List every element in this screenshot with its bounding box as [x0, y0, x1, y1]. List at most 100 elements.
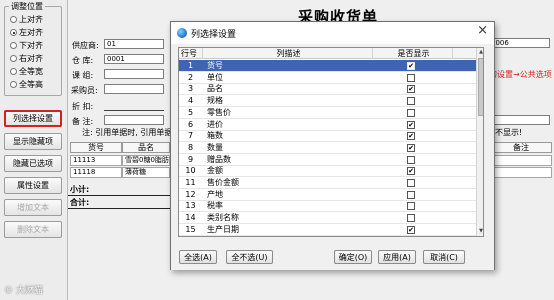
column-list-row[interactable]: 14 类别名称 [179, 212, 476, 225]
align-option[interactable]: 全等宽 [10, 66, 43, 77]
select-all-button[interactable]: 全选(A) [179, 250, 217, 264]
row-number: 7 [187, 131, 194, 141]
buyer-input[interactable] [104, 84, 164, 94]
column-list-row[interactable]: 1 货号 ✔ [179, 60, 476, 72]
close-icon[interactable]: × [477, 24, 488, 38]
column-list-row[interactable]: 10 金额 ✔ [179, 165, 476, 178]
dialog-titlebar[interactable]: 列选择设置 × [171, 22, 494, 44]
show-checkbox[interactable]: ✔ [407, 132, 415, 141]
align-option[interactable]: 左对齐 [10, 27, 43, 38]
row-number: 1 [187, 61, 194, 70]
side-button[interactable]: 增加文本 [4, 199, 62, 216]
show-checkbox[interactable]: ✔ [407, 225, 415, 234]
radio-icon[interactable] [10, 16, 17, 23]
discount-underline[interactable] [104, 110, 164, 111]
warehouse-input[interactable]: 0001 [104, 54, 164, 64]
align-option-label: 全等高 [19, 80, 43, 89]
column-list-row[interactable]: 12 产地 [179, 189, 476, 201]
column-name: 货号 [207, 61, 223, 70]
column-name: 零售价 [207, 107, 231, 117]
side-button[interactable]: 隐藏已选项 [4, 155, 62, 172]
show-checkbox[interactable] [407, 73, 415, 82]
grid-cell-remark[interactable] [490, 167, 552, 178]
column-list-row[interactable]: 7 箱数 ✔ [179, 130, 476, 143]
header-show: 是否显示 [373, 48, 453, 59]
radio-icon[interactable] [10, 29, 17, 36]
show-checkbox[interactable] [407, 155, 415, 164]
show-checkbox[interactable] [407, 179, 415, 187]
grid-cell-remark[interactable] [490, 155, 552, 166]
side-button[interactable]: 显示隐藏项 [4, 133, 62, 150]
column-name: 品名 [207, 84, 223, 94]
scroll-down-arrow-icon[interactable]: ▼ [477, 227, 483, 236]
column-list-row[interactable]: 11 售价金额 [179, 177, 476, 189]
grid-header-remark: 备注 [490, 142, 552, 153]
header-row-number: 行号 [179, 48, 203, 59]
checkbox-check-icon: ✔ [408, 62, 414, 70]
remark-input[interactable] [104, 115, 164, 125]
radio-icon[interactable] [10, 68, 17, 75]
show-checkbox[interactable] [407, 108, 415, 117]
radio-icon[interactable] [10, 81, 17, 88]
column-name: 售价金额 [207, 178, 239, 187]
show-checkbox[interactable]: ✔ [407, 120, 415, 129]
row-number: 9 [187, 154, 194, 164]
column-list-row[interactable]: 9 赠品数 [179, 154, 476, 166]
group-input[interactable] [104, 69, 164, 79]
radio-icon[interactable] [10, 42, 17, 49]
show-checkbox[interactable]: ✔ [407, 167, 415, 176]
show-checkbox[interactable]: ✔ [407, 62, 415, 70]
column-list-row[interactable]: 15 生产日期 ✔ [179, 224, 476, 236]
checkbox-check-icon: ✔ [408, 120, 414, 129]
show-checkbox[interactable] [407, 202, 415, 211]
grid-header-name: 品名 [122, 142, 170, 153]
list-scrollbar[interactable]: ▲ ▼ [476, 48, 483, 236]
ok-button[interactable]: 确定(O) [334, 250, 372, 264]
show-checkbox[interactable] [407, 97, 415, 106]
dialog-body: 行号 列描述 是否显示 1 货号 ✔ 2 单位 3 品名 ✔ 4 规格 5 零售价 6 进价 ✔ 7 箱数 ✔ 8 数… [171, 44, 494, 270]
supplier-input[interactable]: 01 [104, 39, 164, 49]
grid-cell-code[interactable]: 11113 [70, 155, 122, 166]
total-line [68, 208, 172, 209]
column-list-row[interactable]: 2 单位 [179, 72, 476, 84]
column-list-row[interactable]: 8 数量 ✔ [179, 142, 476, 154]
select-none-button[interactable]: 全不选(U) [226, 250, 273, 264]
column-list-row[interactable]: 4 规格 [179, 95, 476, 108]
discount-label: 折 扣: [72, 102, 94, 111]
checkbox-check-icon: ✔ [408, 225, 414, 234]
right-remark-input[interactable] [494, 115, 550, 125]
column-list-row[interactable]: 3 品名 ✔ [179, 83, 476, 96]
side-button[interactable]: 删除文本 [4, 221, 62, 238]
align-option[interactable]: 全等高 [10, 79, 43, 90]
grid-cell-code[interactable]: 11118 [70, 167, 122, 178]
column-list[interactable]: 行号 列描述 是否显示 1 货号 ✔ 2 单位 3 品名 ✔ 4 规格 5 零售价 6 进价 ✔ 7 箱数 ✔ 8 数… [178, 47, 484, 237]
align-option[interactable]: 上对齐 [10, 14, 43, 25]
side-button[interactable]: 列选择设置 [4, 110, 62, 127]
column-settings-dialog: 列选择设置 × 行号 列描述 是否显示 1 货号 ✔ 2 单位 3 品名 ✔ 4 规格 5 零售价 6 进… [170, 21, 495, 270]
row-number: 11 [185, 178, 196, 187]
column-list-row[interactable]: 6 进价 ✔ [179, 119, 476, 131]
side-button[interactable]: 属性设置 [4, 177, 62, 194]
show-checkbox[interactable]: ✔ [407, 143, 415, 152]
show-checkbox[interactable]: ✔ [407, 85, 415, 94]
column-name: 箱数 [207, 131, 223, 141]
column-name: 进价 [207, 119, 223, 129]
column-list-row[interactable]: 5 零售价 [179, 107, 476, 119]
align-group-title: 调整位置 [9, 1, 45, 12]
grid-cell-name[interactable]: 薄荷糖 [122, 167, 170, 178]
scroll-up-arrow-icon[interactable]: ▲ [477, 48, 483, 57]
radio-icon[interactable] [10, 55, 17, 62]
show-checkbox[interactable] [407, 214, 415, 223]
align-option[interactable]: 右对齐 [10, 53, 43, 64]
apply-button[interactable]: 应用(A) [378, 250, 416, 264]
subtotal-label: 小计: [70, 185, 90, 194]
row-number: 8 [187, 142, 194, 152]
remark-label: 备 注: [72, 117, 94, 126]
warehouse-label: 仓 库: [72, 56, 94, 65]
show-checkbox[interactable] [407, 190, 415, 199]
grid-cell-name[interactable]: 雪碧0糖0脂肪 [122, 155, 170, 166]
cancel-button[interactable]: 取消(C) [423, 250, 465, 264]
align-option[interactable]: 下对齐 [10, 40, 43, 51]
scroll-thumb[interactable] [478, 58, 483, 116]
column-list-row[interactable]: 13 税率 [179, 200, 476, 213]
